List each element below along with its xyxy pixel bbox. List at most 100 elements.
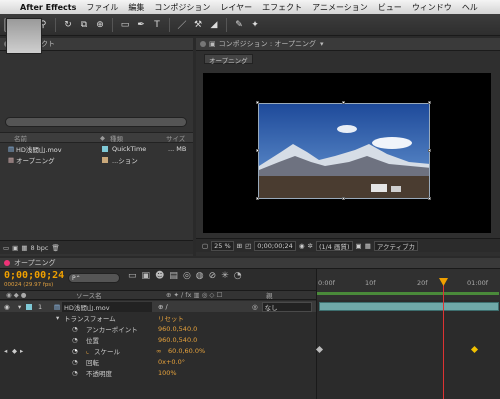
transform-handle[interactable] <box>428 197 431 200</box>
transform-handle[interactable] <box>256 149 259 152</box>
label-column-icon[interactable]: ◆ <box>100 134 110 142</box>
brush-tool-icon[interactable]: ／ <box>175 18 189 32</box>
property-row-rotation[interactable]: ◔ 回転 0x+0.0° <box>0 356 316 367</box>
property-value[interactable]: 60.0,60.0% <box>168 347 205 355</box>
camera-dropdown[interactable]: アクティブカ <box>373 240 419 251</box>
current-time-display[interactable]: 0;00;00;24 <box>254 240 296 251</box>
always-preview-icon[interactable]: ▢ <box>202 242 208 250</box>
property-row-position[interactable]: ◔ 位置 960.0,540.0 <box>0 334 316 345</box>
label-color-swatch[interactable] <box>102 157 108 163</box>
magnification-dropdown[interactable]: 25 % <box>211 240 234 251</box>
property-value[interactable]: 960.0,540.0 <box>158 336 197 344</box>
layer-switches[interactable]: ⊕ ∕ <box>152 303 252 311</box>
graph-editor-icon[interactable]: ✳ <box>221 271 229 281</box>
puppet-pin-tool-icon[interactable]: ✦ <box>248 18 262 32</box>
menu-layer[interactable]: レイヤー <box>215 2 257 13</box>
new-comp-icon[interactable]: ▦ <box>21 244 27 252</box>
parent-dropdown[interactable]: なし <box>261 301 312 312</box>
layer-duration-bar[interactable] <box>319 302 499 311</box>
auto-keyframe-icon[interactable]: ⊘ <box>209 271 217 281</box>
safe-zones-icon[interactable]: ⊞ <box>237 242 242 250</box>
scale-end-keyframe[interactable] <box>470 345 479 354</box>
menu-composition[interactable]: コンポジション <box>149 2 215 13</box>
roto-brush-tool-icon[interactable]: ✎ <box>232 18 246 32</box>
property-row-anchor[interactable]: ◔ アンカーポイント 960.0,540.0 <box>0 323 316 334</box>
camera-tool-icon[interactable]: ⧉ <box>77 18 91 32</box>
timeline-tab-label[interactable]: オープニング <box>14 258 56 268</box>
menu-edit[interactable]: 編集 <box>123 2 149 13</box>
expand-triangle-icon[interactable]: ▾ <box>56 314 64 322</box>
transform-handle[interactable] <box>342 101 345 104</box>
expand-triangle-icon[interactable]: ▾ <box>18 303 26 311</box>
trash-icon[interactable]: 🗑 <box>52 244 60 252</box>
project-item[interactable]: ▦ オープニング ...ション <box>0 155 193 165</box>
time-ruler[interactable]: 0:00f 10f 20f 01:00f <box>316 269 500 300</box>
layer-label-swatch[interactable] <box>26 303 32 310</box>
motion-blur-icon[interactable]: ◎ <box>183 271 191 281</box>
visibility-eye-icon[interactable]: ◉ <box>4 303 18 311</box>
keyframe-toggle-icon[interactable]: ◆ <box>12 347 20 355</box>
playhead-line[interactable] <box>443 282 444 399</box>
column-type[interactable]: 種類 <box>110 133 166 143</box>
region-of-interest-icon[interactable]: ▣ <box>356 242 362 250</box>
work-area-bar[interactable] <box>317 292 499 295</box>
column-name[interactable]: 名前 <box>14 133 100 143</box>
av-switches-icon[interactable]: ◉ ◆ ● <box>6 291 76 299</box>
eraser-tool-icon[interactable]: ◢ <box>207 18 221 32</box>
rotate-tool-icon[interactable]: ↻ <box>61 18 75 32</box>
reset-link[interactable]: リセット <box>158 313 184 323</box>
menu-window[interactable]: ウィンドウ <box>407 2 457 13</box>
transform-group-row[interactable]: ▾ トランスフォーム リセット <box>0 312 316 323</box>
composition-tab[interactable]: ▣ コンポジション : オープニング ▾ <box>196 38 500 51</box>
next-keyframe-icon[interactable]: ▸ <box>20 347 28 355</box>
transform-handle[interactable] <box>256 197 259 200</box>
footage-layer-preview[interactable] <box>258 103 430 199</box>
menu-animation[interactable]: アニメーション <box>307 2 373 13</box>
label-color-swatch[interactable] <box>102 146 108 152</box>
stopwatch-icon[interactable]: ◔ <box>72 336 86 344</box>
frame-blending-icon[interactable]: ▤ <box>169 271 178 281</box>
layer-switches-icon[interactable]: ⊕ ✦ ∕ fx ▥ ◎ ◇ ☐ <box>166 291 266 299</box>
stopwatch-active-icon[interactable]: ◔ <box>72 347 86 355</box>
menu-app-name[interactable]: After Effects <box>16 3 81 12</box>
constrain-link-icon[interactable]: ∞ <box>156 347 161 355</box>
rectangle-tool-icon[interactable]: ▭ <box>118 18 132 32</box>
draft-3d-icon[interactable]: ▣ <box>142 271 151 281</box>
property-value[interactable]: 100% <box>158 369 177 377</box>
property-value[interactable]: 0x+0.0° <box>158 358 185 366</box>
layer-row[interactable]: ◉ ▾ 1 ▤ HD浅間山.mov ⊕ ∕ ◎ なし <box>0 301 316 312</box>
transform-handle[interactable] <box>428 101 431 104</box>
column-source-name[interactable]: ソース名 <box>76 290 166 300</box>
clone-stamp-tool-icon[interactable]: ⚒ <box>191 18 205 32</box>
panel-menu-icon[interactable] <box>200 41 206 47</box>
shy-layers-icon[interactable]: ☻ <box>155 271 164 281</box>
pen-tool-icon[interactable]: ✒ <box>134 18 148 32</box>
property-row-opacity[interactable]: ◔ 不透明度 100% <box>0 367 316 378</box>
column-parent[interactable]: 親 <box>266 290 273 300</box>
stopwatch-icon[interactable]: ◔ <box>72 369 86 377</box>
menu-view[interactable]: ビュー <box>373 2 407 13</box>
stopwatch-icon[interactable]: ◔ <box>72 325 86 333</box>
panel-menu-icon[interactable] <box>4 260 10 266</box>
text-tool-icon[interactable]: T <box>150 18 164 32</box>
timer-icon[interactable]: ◔ <box>234 271 242 281</box>
layer-name[interactable]: HD浅間山.mov <box>62 301 152 312</box>
brainstorm-icon[interactable]: ◍ <box>196 271 204 281</box>
new-folder-icon[interactable]: ▣ <box>12 244 18 252</box>
project-search-input[interactable] <box>5 117 187 127</box>
column-size[interactable]: サイズ <box>166 133 185 143</box>
pan-behind-tool-icon[interactable]: ⊕ <box>93 18 107 32</box>
graph-icon[interactable]: ⌞ <box>86 347 94 355</box>
mini-flowchart-icon[interactable]: ▭ <box>128 271 137 281</box>
property-row-scale[interactable]: ◂ ◆ ▸ ◔ ⌞ スケール ∞ 60.0,60.0% <box>0 345 316 356</box>
channel-icon[interactable]: ✲ <box>307 242 312 250</box>
timeline-current-time[interactable]: 0;00;00;24 <box>4 270 64 281</box>
menu-effect[interactable]: エフェクト <box>257 2 307 13</box>
prev-keyframe-icon[interactable]: ◂ <box>4 347 12 355</box>
menu-help[interactable]: ヘル <box>457 2 483 13</box>
transform-handle[interactable] <box>428 149 431 152</box>
parent-pick-icon[interactable]: ◎ <box>252 303 258 311</box>
resolution-dropdown[interactable]: (1/4 画質) <box>315 240 353 251</box>
timeline-search-input[interactable]: P⌃ <box>68 273 120 283</box>
snapshot-icon[interactable]: ◉ <box>299 242 305 250</box>
